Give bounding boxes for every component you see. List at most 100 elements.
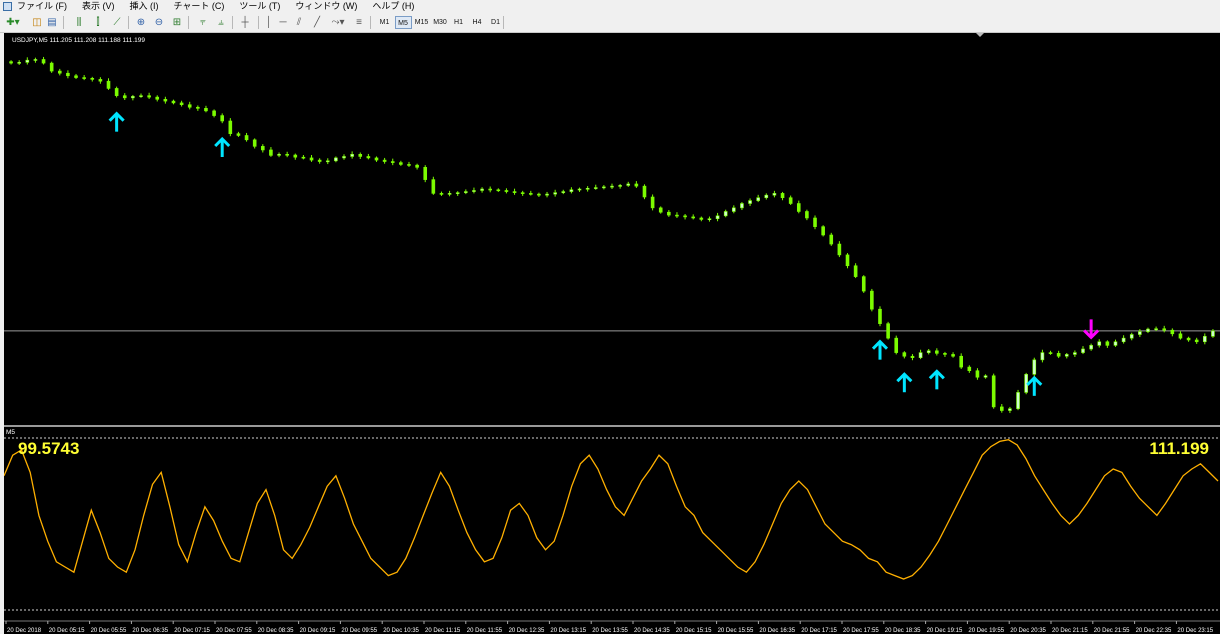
candlestick-icon[interactable]: ⫿: [91, 15, 105, 30]
candle-body: [1154, 328, 1158, 331]
candle-body: [658, 207, 663, 213]
time-label: 20 Dec 12:35: [509, 628, 545, 634]
timeframe-m5[interactable]: M5: [394, 16, 412, 29]
timeframe-m15[interactable]: M15: [413, 16, 430, 29]
candle-body: [626, 183, 631, 186]
chart-area[interactable]: 20 Dec 2018 20 Dec 05:15 20 Dec 05:55 20 De…: [4, 33, 1220, 634]
text-icon[interactable]: ≡: [352, 15, 366, 30]
zoom-out-icon[interactable]: ⊖: [152, 15, 166, 30]
trendline-icon[interactable]: ╱: [310, 15, 324, 30]
candle-body: [131, 96, 135, 99]
candle-body: [1097, 341, 1102, 346]
candle-body: [480, 188, 484, 191]
candle-body: [805, 211, 809, 219]
candle-body: [1040, 352, 1045, 361]
line-chart-icon[interactable]: ⟋: [110, 15, 124, 30]
candle-body: [439, 193, 444, 195]
candle-body: [723, 211, 728, 217]
tile-windows-icon[interactable]: ⊞: [170, 15, 184, 30]
candle-body: [261, 146, 265, 151]
time-label: 20 Dec 06:35: [132, 628, 168, 634]
crosshair-icon[interactable]: ┼: [238, 15, 252, 30]
candle-body: [796, 203, 801, 212]
time-label: 20 Dec 18:35: [885, 628, 921, 634]
time-label: 20 Dec 22:35: [1136, 628, 1172, 634]
candle-body: [1113, 341, 1118, 346]
candle-body: [894, 337, 899, 353]
buy-arrow-icon: [108, 111, 125, 132]
price-pane: [4, 33, 1220, 427]
timeframe-h4[interactable]: H4: [469, 16, 486, 29]
indicator-right-value: 111.199: [1149, 439, 1209, 458]
shapes-icon[interactable]: ⤳▾: [328, 15, 348, 30]
menu-bar: ファイル (F) 表示 (V) 挿入 (I) チャート (C) ツール (T) ウィンドウ…: [0, 0, 1220, 13]
bar-chart-icon[interactable]: ⫼: [72, 15, 86, 30]
candle-body: [1081, 348, 1085, 353]
candle-body: [642, 185, 647, 198]
candle-body: [106, 80, 111, 89]
candle-body: [390, 161, 395, 163]
candle-body: [366, 156, 371, 159]
candle-body: [1178, 333, 1183, 339]
chart-canvas[interactable]: 20 Dec 2018 20 Dec 05:15 20 Dec 05:55 20 De…: [4, 33, 1220, 634]
candle-body: [82, 77, 86, 79]
market-watch-icon[interactable]: ▤: [45, 15, 59, 30]
channel-icon[interactable]: ⫽: [292, 15, 306, 30]
candle-body: [1105, 341, 1110, 346]
candle-body: [577, 188, 582, 191]
menu-item-6[interactable]: ヘルプ (H): [372, 0, 414, 13]
candle-body: [1186, 337, 1191, 341]
candle-body: [602, 186, 606, 189]
profiles-icon[interactable]: ◫: [30, 15, 44, 30]
menu-item-4[interactable]: ツール (T): [239, 0, 280, 13]
candle-body: [918, 352, 923, 358]
shift-marker-icon: [976, 33, 984, 37]
candle-body: [122, 95, 127, 99]
candle-body: [155, 96, 160, 100]
menu-item-1[interactable]: 表示 (V): [82, 0, 115, 13]
candle-body: [740, 203, 744, 209]
vertical-line-icon[interactable]: │: [262, 15, 276, 30]
new-chart-icon[interactable]: ✚▾: [4, 15, 22, 30]
timeframe-m30[interactable]: M30: [432, 16, 449, 29]
time-label: 20 Dec 08:35: [258, 628, 294, 634]
menu-item-2[interactable]: 挿入 (I): [130, 0, 159, 13]
candle-body: [1056, 353, 1061, 357]
candle-body: [756, 197, 760, 201]
indicator-left-value: 99.5743: [18, 439, 79, 458]
toolbar: ✚▾ ◫ ▤ ⫼ ⫿ ⟋ ⊕ ⊖ ⊞ ⫧ ⫨ ┼ │ ─ ⫽ ╱ ⤳▾ ≡ M1…: [0, 13, 1220, 33]
candle-body: [1194, 339, 1199, 343]
candle-body: [926, 350, 931, 353]
chart-shift-icon[interactable]: ⫨: [214, 15, 228, 30]
horizontal-line-icon[interactable]: ─: [276, 15, 290, 30]
candle-body: [959, 355, 963, 368]
buy-arrow-icon: [896, 372, 913, 393]
time-label: 20 Dec 07:55: [216, 628, 252, 634]
candle-body: [1162, 328, 1167, 331]
buy-arrow-icon: [1026, 375, 1043, 396]
candle-body: [675, 214, 679, 217]
time-label: 20 Dec 20:35: [1010, 628, 1046, 634]
candle-body: [17, 62, 21, 64]
time-label: 20 Dec 05:15: [49, 628, 85, 634]
candle-body: [244, 135, 249, 141]
candle-body: [407, 164, 411, 166]
timeframe-h1[interactable]: H1: [450, 16, 467, 29]
candle-body: [399, 162, 403, 165]
indicator-name: M5: [6, 429, 15, 436]
auto-scroll-icon[interactable]: ⫧: [196, 15, 210, 30]
candle-body: [66, 72, 70, 77]
candle-body: [861, 276, 866, 292]
menu-item-5[interactable]: ウィンドウ (W): [295, 0, 357, 13]
zoom-in-icon[interactable]: ⊕: [134, 15, 148, 30]
timeframe-m1[interactable]: M1: [376, 16, 393, 29]
sell-arrow-icon: [1083, 319, 1100, 340]
timeframe-d1[interactable]: D1: [487, 16, 504, 29]
candle-body: [561, 191, 566, 193]
menu-item-0[interactable]: ファイル (F): [17, 0, 67, 13]
candle-body: [545, 193, 549, 196]
candle-body: [878, 308, 882, 324]
candle-body: [991, 375, 996, 408]
time-label: 20 Dec 16:35: [759, 628, 795, 634]
menu-item-3[interactable]: チャート (C): [174, 0, 225, 13]
